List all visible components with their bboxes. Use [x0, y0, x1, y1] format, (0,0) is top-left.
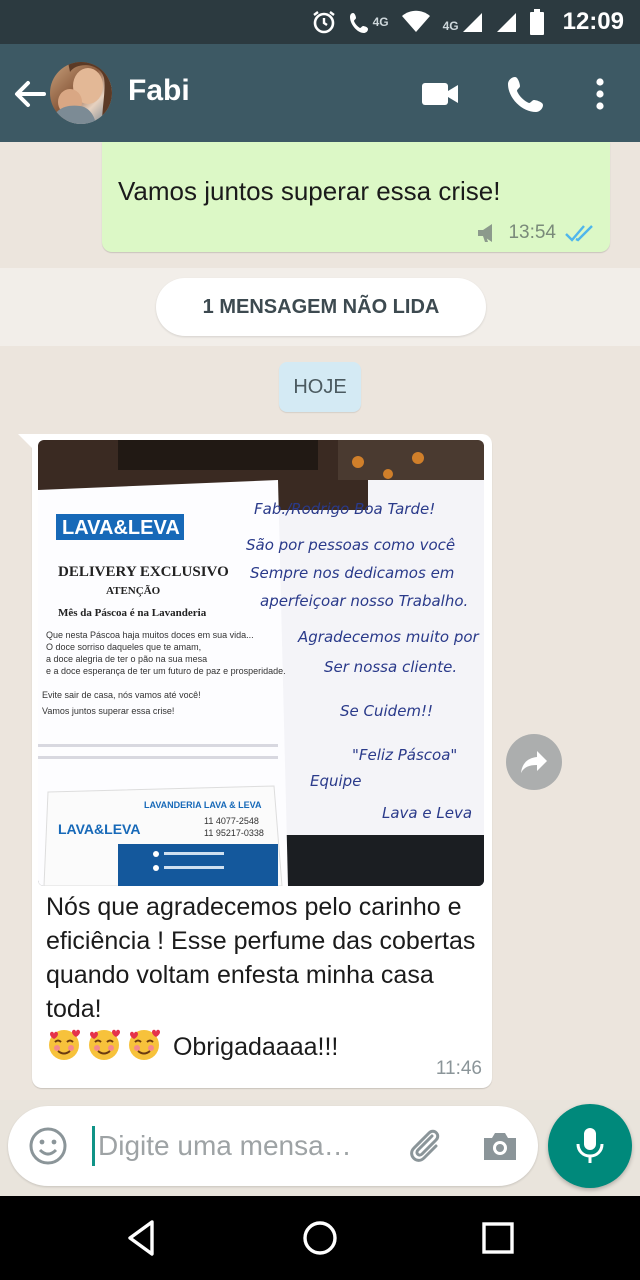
signal-icon: 4G: [443, 11, 483, 33]
flyer-line: Vamos juntos superar essa crise!: [42, 706, 174, 716]
note-line: São por pessoas como você: [246, 536, 455, 554]
outgoing-message[interactable]: Vamos juntos superar essa crise! 13:54: [102, 142, 610, 252]
text-cursor: [92, 1126, 95, 1166]
network-tag: 4G: [442, 19, 459, 33]
phone-call-icon[interactable]: [504, 72, 548, 116]
bubble-tail: [18, 434, 32, 448]
nav-home-icon[interactable]: [296, 1214, 344, 1262]
more-vert-icon[interactable]: [578, 72, 622, 116]
emoji-icon[interactable]: [26, 1124, 70, 1168]
forward-icon: [521, 751, 547, 773]
photo-content: LAVA&LEVA DELIVERY EXCLUSIVO ATENÇÃO Mês…: [38, 440, 484, 886]
avatar[interactable]: [50, 62, 112, 124]
call-4g-icon: 4G: [349, 10, 389, 34]
nav-back-icon[interactable]: [118, 1214, 166, 1262]
note-line: Equipe: [310, 772, 361, 790]
video-call-icon[interactable]: [418, 72, 462, 116]
voice-record-button[interactable]: [548, 1104, 632, 1188]
card-phone: 11 4077-2548: [204, 816, 259, 826]
signal-icon: [496, 13, 516, 32]
smiling-face-with-hearts-icon: [49, 1029, 80, 1060]
forward-button[interactable]: [506, 734, 562, 790]
camera-icon[interactable]: [478, 1124, 522, 1168]
flyer-heading: Mês da Páscoa é na Lavanderia: [58, 607, 207, 619]
caption-text: Nós que agradecemos pelo carinho e efici…: [46, 893, 476, 1023]
note-line: "Feliz Páscoa": [352, 746, 457, 764]
flyer-line: e a doce esperança de ter um futuro de p…: [46, 666, 286, 676]
nav-recents-icon[interactable]: [474, 1214, 522, 1262]
smiling-face-with-hearts-icon: [129, 1029, 160, 1060]
microphone-icon: [576, 1128, 604, 1163]
flyer-title: DELIVERY EXCLUSIVO: [58, 564, 229, 580]
note-line: Agradecemos muito por: [297, 628, 480, 646]
note-line: Fab./Rodrigo Boa Tarde!: [254, 500, 435, 518]
unread-badge: 1 MENSAGEM NÃO LIDA: [156, 278, 486, 336]
caption-end-text: Obrigadaaaa!!!: [172, 1033, 339, 1061]
double-check-icon: [565, 225, 593, 242]
note-line: Lava e Leva: [382, 804, 472, 822]
status-icons: 4G 4G 12:09: [311, 0, 624, 44]
network-tag: 4G: [372, 15, 389, 29]
date-divider: HOJE: [279, 362, 361, 412]
incoming-message[interactable]: LAVA&LEVA DELIVERY EXCLUSIVO ATENÇÃO Mês…: [18, 434, 492, 1088]
contact-name[interactable]: Fabi: [128, 74, 190, 108]
chat-header: Fabi: [0, 44, 640, 142]
flyer-line: Evite sair de casa, nós vamos até você!: [42, 690, 201, 700]
chat-area[interactable]: Vamos juntos superar essa crise! 13:54 1…: [0, 142, 640, 1100]
flyer-brand: LAVA&LEVA: [62, 517, 180, 539]
battery-icon: [529, 9, 544, 35]
note-line: Ser nossa cliente.: [324, 658, 457, 676]
message-composer: [8, 1106, 538, 1186]
message-input[interactable]: [98, 1122, 388, 1170]
clock: 12:09: [562, 8, 624, 35]
message-photo[interactable]: LAVA&LEVA DELIVERY EXCLUSIVO ATENÇÃO Mês…: [38, 440, 484, 886]
broadcast-icon: [478, 224, 493, 242]
back-arrow-icon[interactable]: [10, 74, 50, 114]
attach-icon[interactable]: [404, 1124, 448, 1168]
card-phone: 11 95217-0338: [204, 828, 264, 838]
smiling-face-with-hearts-icon: [89, 1029, 120, 1060]
wifi-icon: [401, 10, 430, 32]
flyer-line: Que nesta Páscoa haja muitos doces em su…: [46, 630, 254, 640]
flyer-line: a doce alegria de ter o pão na sua mesa: [46, 654, 207, 664]
message-text: Vamos juntos superar essa crise!: [118, 176, 501, 206]
note-line: aperfeiçoar nosso Trabalho.: [260, 592, 468, 610]
note-line: Se Cuidem!!: [340, 702, 433, 720]
alarm-icon: [312, 11, 335, 34]
status-bar: 4G 4G 12:09: [0, 0, 640, 44]
message-time: 11:46: [435, 1058, 482, 1079]
flyer-line: O doce sorriso daqueles que te amam,: [46, 642, 201, 652]
card-name: LAVANDERIA LAVA & LEVA: [144, 800, 262, 810]
note-line: Sempre nos dedicamos em: [250, 564, 454, 582]
message-caption: Nós que agradecemos pelo carinho e efici…: [46, 890, 486, 1064]
system-nav-bar: [0, 1196, 640, 1280]
flyer-subtitle: ATENÇÃO: [106, 585, 161, 597]
message-meta: 13:54: [476, 222, 596, 244]
card-logo: LAVA&LEVA: [58, 821, 140, 837]
avatar-photo: [50, 62, 112, 124]
message-time: 13:54: [508, 222, 556, 243]
